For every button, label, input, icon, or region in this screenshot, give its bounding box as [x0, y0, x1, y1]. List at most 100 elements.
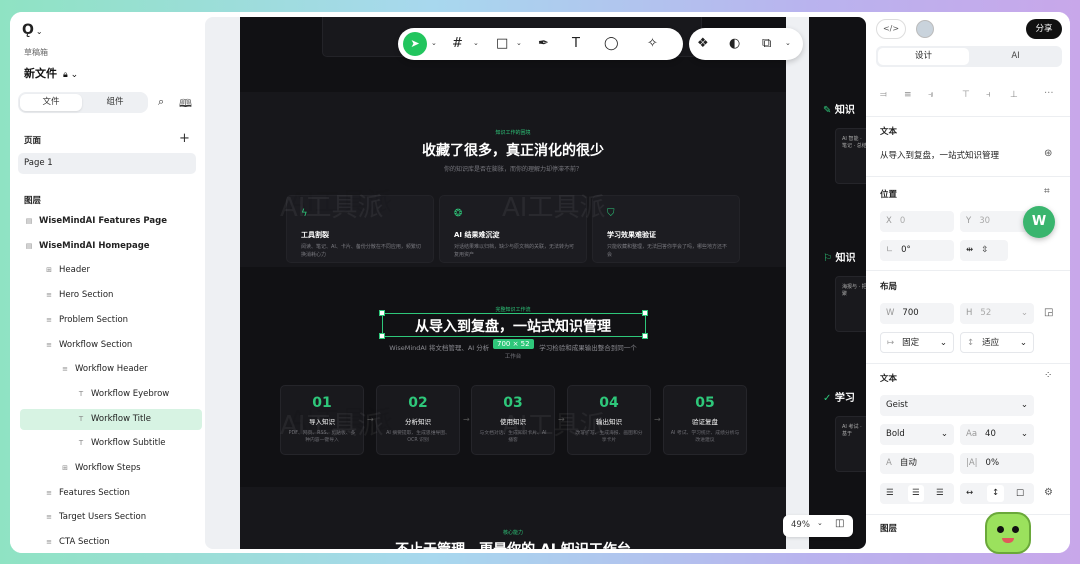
- workflow-step-card[interactable]: 02 分析知识 AI 摘要提取、生成思维导图、OCR 识别: [376, 385, 460, 455]
- search-icon[interactable]: ⌕: [158, 95, 164, 109]
- chevron-down-icon[interactable]: ⌄: [473, 39, 479, 47]
- chevron-down-icon[interactable]: ⌄: [941, 424, 948, 445]
- clip-icon[interactable]: ◲: [1044, 307, 1053, 318]
- more-icon[interactable]: ···: [1044, 88, 1054, 99]
- tab-design[interactable]: 设计: [878, 48, 969, 65]
- file-name[interactable]: 新文件 🔒︎ ⌄: [24, 65, 78, 81]
- align-right-icon[interactable]: ⫣: [928, 90, 933, 100]
- app-logo[interactable]: Ǫ ⌄: [22, 22, 43, 38]
- artboard-features[interactable]: ✎ 知识 AI 智能 · 笔记 · 总结 ⚐ 知识 海报与 · 把聚 ✓ 学习 …: [809, 17, 866, 549]
- layer-item[interactable]: ≡ Features Section: [10, 483, 200, 504]
- link-icon[interactable]: ⊛: [1044, 148, 1052, 159]
- share-button[interactable]: 分享: [1026, 19, 1062, 39]
- code-icon[interactable]: </>: [876, 19, 906, 39]
- auto-width-icon[interactable]: ↔: [966, 483, 973, 504]
- align-top-icon[interactable]: ⊤: [962, 90, 970, 100]
- chevron-down-icon[interactable]: ⌄: [785, 39, 791, 47]
- chevron-down-icon[interactable]: ⌄: [431, 39, 437, 47]
- layer-item[interactable]: ≡ CTA Section: [10, 532, 200, 553]
- rectangle-icon[interactable]: □: [496, 34, 508, 54]
- layer-item[interactable]: T Workflow Subtitle: [10, 433, 200, 454]
- chevron-down-icon[interactable]: ⌄: [817, 519, 823, 527]
- pen-icon[interactable]: ✒: [538, 34, 549, 54]
- layer-item[interactable]: ≡ Workflow Header: [10, 359, 200, 380]
- core-section[interactable]: 核心能力 不止于管理，更是你的 AI 知识工作台: [240, 487, 786, 549]
- layer-item[interactable]: ⊞ Workflow Steps: [10, 458, 200, 479]
- chevron-down-icon[interactable]: ⌄: [1020, 333, 1027, 354]
- height-mode-select[interactable]: ↕ 适应 ⌄: [960, 332, 1034, 353]
- chevron-down-icon[interactable]: ⌄: [1021, 424, 1028, 445]
- resize-handle[interactable]: [642, 333, 648, 339]
- workflow-step-card[interactable]: 01 导入知识 PDF、网页、RSS、剪贴板、多种内容一键导入: [280, 385, 364, 455]
- problem-section[interactable]: 知识工作的困境 收藏了很多，真正消化的很少 你的知识库是否在膨胀，而你的理解力却…: [240, 92, 786, 267]
- problem-card[interactable]: ⛉ 学习效果难验证 只能收藏和整理，无法回答你学会了吗，哪些地方还不会: [592, 195, 740, 263]
- component-icon[interactable]: ❖: [697, 34, 709, 54]
- align-left-icon[interactable]: ⫤: [880, 90, 887, 100]
- page-item[interactable]: Page 1: [18, 153, 196, 174]
- tab-ai[interactable]: AI: [971, 48, 1060, 65]
- layer-item[interactable]: ⊞ Header: [10, 260, 200, 281]
- workflow-step-card[interactable]: 03 使用知识 与文档对话、生成知识卡片、AI 播客: [471, 385, 555, 455]
- resize-handle[interactable]: [379, 333, 385, 339]
- plugin-badge[interactable]: W: [1023, 206, 1055, 238]
- chevron-down-icon[interactable]: ⌄: [940, 333, 947, 354]
- text-icon[interactable]: T: [572, 34, 580, 54]
- comment-icon[interactable]: ◯: [604, 34, 619, 54]
- flip-horizontal-icon[interactable]: ⇹: [966, 245, 973, 255]
- zoom-level[interactable]: 49%: [791, 520, 810, 530]
- layer-item[interactable]: ≡ Target Users Section: [10, 507, 200, 528]
- resize-handle[interactable]: [642, 310, 648, 316]
- tab-files[interactable]: 文件: [20, 94, 82, 111]
- flip-vertical-icon[interactable]: ⇳: [981, 245, 988, 255]
- focus-icon[interactable]: ⌗: [1044, 186, 1050, 197]
- canvas[interactable]: 知识工作的困境 收藏了很多，真正消化的很少 你的知识库是否在膨胀，而你的理解力却…: [205, 17, 866, 549]
- auto-height-icon[interactable]: ↕: [987, 485, 1005, 502]
- layer-item[interactable]: ▤ WiseMindAI Homepage: [10, 236, 200, 257]
- text-align-left-icon[interactable]: ☰: [886, 483, 894, 504]
- layer-item[interactable]: T Workflow Title: [20, 408, 202, 430]
- zoom-control[interactable]: 49% ⌄ ◫: [783, 515, 853, 537]
- font-size-field[interactable]: Aa 40 ⌄: [960, 424, 1034, 445]
- text-styles-icon[interactable]: ⁘: [1044, 370, 1052, 381]
- tab-components[interactable]: 组件: [84, 94, 146, 111]
- problem-card[interactable]: ϟ 工具割裂 阅读、笔记、AI、卡片、备份分散在不同应用，频繁切换消耗心力: [286, 195, 434, 263]
- font-weight-select[interactable]: Bold ⌄: [880, 424, 954, 445]
- fixed-size-icon[interactable]: □: [1016, 483, 1024, 504]
- breadcrumb[interactable]: 草稿箱: [24, 47, 48, 58]
- layer-item[interactable]: ≡ Workflow Section: [10, 335, 200, 356]
- chevron-down-icon[interactable]: ⌄: [1021, 303, 1028, 324]
- text-resize-group[interactable]: ↔ ↕ □: [960, 483, 1034, 504]
- chevron-down-icon[interactable]: ⌄: [1021, 395, 1028, 416]
- artboard-homepage[interactable]: 知识工作的困境 收藏了很多，真正消化的很少 你的知识库是否在膨胀，而你的理解力却…: [240, 17, 786, 549]
- width-field[interactable]: W 700: [880, 303, 954, 324]
- ai-icon[interactable]: ✧: [647, 34, 658, 54]
- problem-card[interactable]: ❂ AI 结果难沉淀 对话结果难以归档，缺少与原文档的关联，无法转为可复用资产: [439, 195, 587, 263]
- book-icon[interactable]: 🕮: [179, 95, 192, 114]
- align-bottom-icon[interactable]: ⊥: [1010, 90, 1018, 100]
- text-align-center-icon[interactable]: ☰: [908, 485, 924, 502]
- workflow-step-card[interactable]: 04 输出知识 改写扩写、生成海报、画图和分享卡片: [567, 385, 651, 455]
- layer-item[interactable]: T Workflow Eyebrow: [10, 384, 200, 405]
- workflow-step-card[interactable]: 05 验证复盘 AI 考试、学习统计、成绩分析与改进建议: [663, 385, 747, 455]
- add-page-icon[interactable]: +: [179, 131, 190, 146]
- line-height-field[interactable]: A 自动: [880, 453, 954, 474]
- contrast-icon[interactable]: ◐: [729, 34, 740, 54]
- resize-handle[interactable]: [379, 310, 385, 316]
- text-align-right-icon[interactable]: ☰: [936, 483, 944, 504]
- rotation-field[interactable]: ∟ 0°: [880, 240, 954, 261]
- avatar[interactable]: [916, 20, 934, 38]
- selection-box[interactable]: [382, 313, 646, 337]
- frame-icon[interactable]: #: [452, 34, 463, 54]
- align-middle-icon[interactable]: ⫞: [986, 90, 991, 100]
- text-content-field[interactable]: 从导入到复盘，一站式知识管理: [880, 149, 999, 161]
- lock-icon[interactable]: 🔒︎ ⌄: [63, 70, 78, 80]
- layer-item[interactable]: ▤ WiseMindAI Features Page: [10, 211, 200, 232]
- font-family-select[interactable]: Geist ⌄: [880, 395, 1034, 416]
- width-mode-select[interactable]: ↦ 固定 ⌄: [880, 332, 954, 353]
- chevron-down-icon[interactable]: ⌄: [516, 39, 522, 47]
- text-align-group[interactable]: ☰ ☰ ☰: [880, 483, 954, 504]
- x-field[interactable]: X0: [880, 211, 954, 232]
- letter-spacing-field[interactable]: |A| 0%: [960, 453, 1034, 474]
- text-settings-icon[interactable]: ⚙: [1044, 487, 1053, 498]
- layer-item[interactable]: ≡ Hero Section: [10, 285, 200, 306]
